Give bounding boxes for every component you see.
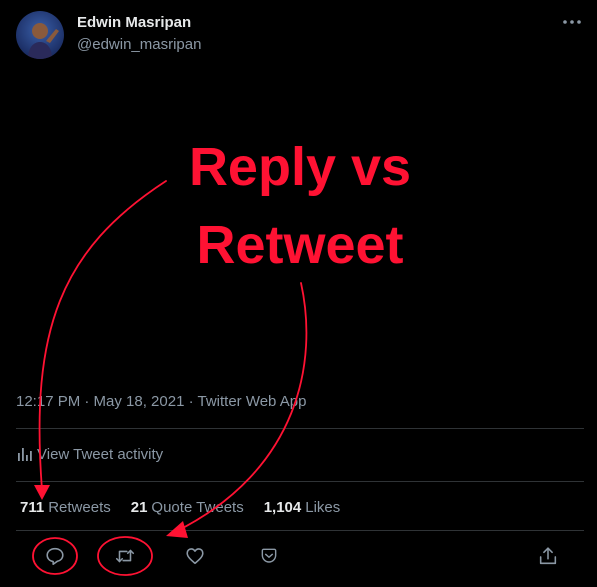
divider	[16, 428, 584, 429]
quote-tweets-count: 21	[130, 499, 148, 516]
view-tweet-activity-link[interactable]: View Tweet activity	[16, 445, 163, 463]
reply-arrow-head	[34, 485, 50, 500]
tweet-stats: 711 Retweets 21 Quote Tweets 1,104 Likes	[20, 499, 360, 516]
retweet-button[interactable]	[112, 543, 138, 569]
view-tweet-activity-label: View Tweet activity	[37, 445, 164, 463]
quote-tweets-label: Quote Tweets	[151, 499, 244, 516]
retweet-icon	[115, 549, 135, 563]
tweet-detail: Edwin Masripan @edwin_masripan Reply vs …	[0, 0, 597, 587]
analytics-icon	[16, 445, 34, 463]
retweets-stat[interactable]: 711 Retweets	[20, 499, 111, 516]
avatar-image	[28, 23, 59, 59]
likes-count: 1,104	[263, 499, 302, 516]
divider	[16, 481, 584, 482]
tweet-timestamp[interactable]: 12:17 PM · May 18, 2021 · Twitter Web Ap…	[16, 393, 306, 410]
divider	[16, 530, 584, 531]
annotation-title-line2: Retweet	[196, 215, 404, 275]
more-options-button[interactable]	[560, 12, 584, 32]
reply-icon	[46, 547, 64, 566]
annotation-title: Reply vs Retweet	[150, 128, 450, 284]
like-button[interactable]	[182, 543, 208, 569]
annotation-title-line1: Reply vs	[188, 137, 412, 197]
quote-tweets-stat[interactable]: 21 Quote Tweets	[131, 499, 244, 516]
share-button[interactable]	[535, 543, 561, 569]
likes-label: Likes	[305, 499, 341, 516]
author-handle[interactable]: @edwin_masripan	[77, 36, 201, 53]
more-icon	[563, 20, 581, 24]
share-icon	[539, 547, 557, 565]
reply-button[interactable]	[42, 543, 68, 569]
avatar[interactable]	[16, 11, 64, 59]
reply-annotation-arrow	[38, 180, 167, 491]
retweets-count: 711	[20, 499, 45, 516]
likes-stat[interactable]: 1,104 Likes	[264, 499, 341, 516]
save-icon	[261, 548, 277, 563]
save-button[interactable]	[256, 543, 282, 569]
author-name[interactable]: Edwin Masripan	[77, 14, 191, 31]
like-icon	[186, 548, 204, 565]
retweets-label: Retweets	[48, 499, 111, 516]
